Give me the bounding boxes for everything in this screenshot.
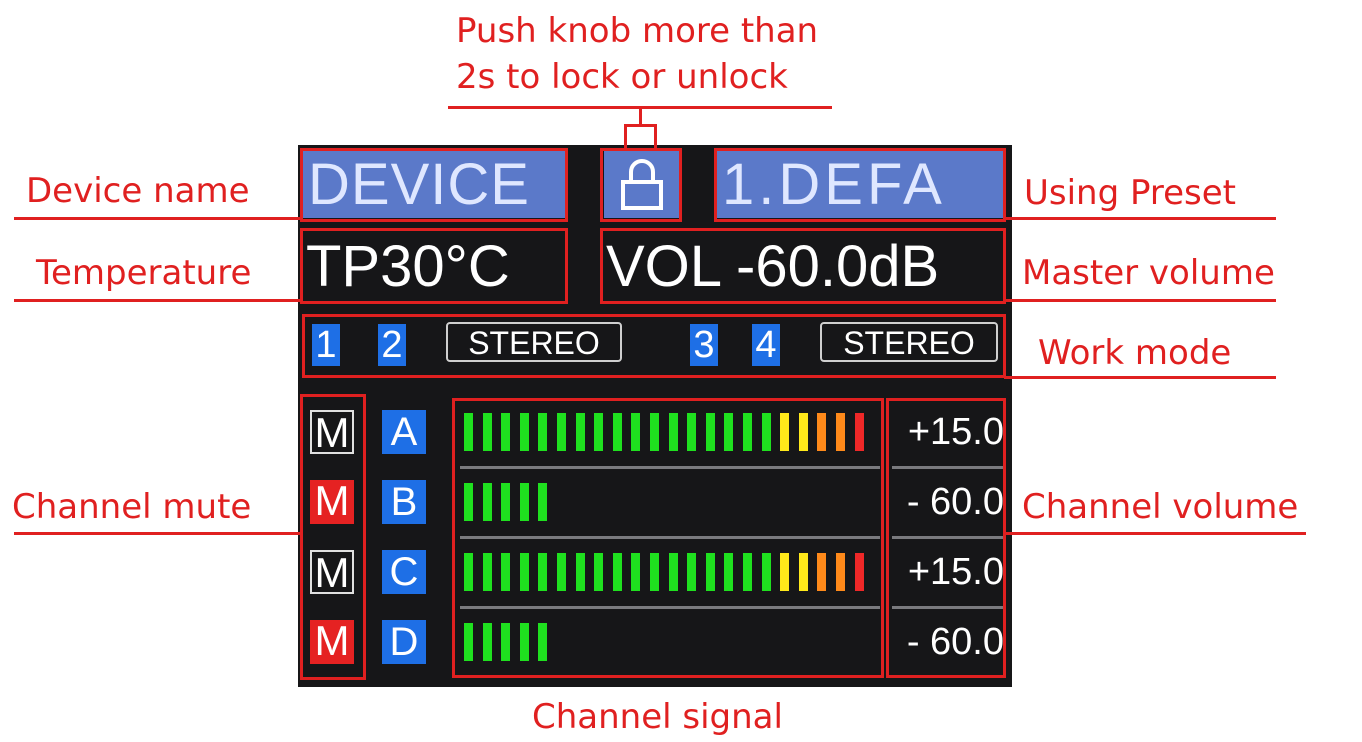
device-name-leader — [14, 217, 302, 220]
channel-mute-highlight — [300, 394, 366, 680]
work-mode-highlight — [302, 314, 1006, 378]
using-preset-label: Using Preset — [1024, 173, 1237, 213]
lock-hint-label-line2: 2s to lock or unlock — [456, 57, 788, 97]
lock-hint-bracket-left — [624, 124, 627, 148]
channel-badge-d[interactable]: D — [382, 620, 426, 664]
work-mode-label: Work mode — [1038, 333, 1232, 373]
master-volume-label: Master volume — [1022, 253, 1275, 293]
device-name-label: Device name — [26, 171, 250, 211]
channel-badge-b[interactable]: B — [382, 480, 426, 524]
preset-highlight — [714, 148, 1006, 222]
channel-mute-label: Channel mute — [12, 487, 252, 527]
lock-hint-bracket — [624, 124, 657, 127]
lock-hint-stem — [639, 106, 642, 126]
channel-signal-highlight — [452, 398, 884, 678]
temperature-label: Temperature — [36, 253, 252, 293]
work-mode-leader — [1004, 376, 1276, 379]
using-preset-leader — [1004, 217, 1276, 220]
channel-volume-label: Channel volume — [1022, 487, 1299, 527]
channel-mute-leader — [14, 532, 302, 535]
temperature-leader — [14, 299, 302, 302]
lock-hint-label-line1: Push knob more than — [456, 11, 819, 51]
channel-badge-a[interactable]: A — [382, 410, 426, 454]
master-volume-leader — [1004, 299, 1276, 302]
temperature-highlight — [300, 228, 568, 304]
lock-hint-bracket-right — [654, 124, 657, 148]
device-name-highlight — [300, 148, 568, 222]
channel-badge-c[interactable]: C — [382, 550, 426, 594]
lock-highlight — [600, 148, 682, 222]
channel-volume-leader — [1004, 532, 1306, 535]
channel-volume-highlight — [886, 398, 1006, 678]
channel-signal-label: Channel signal — [532, 697, 783, 737]
master-volume-highlight — [600, 228, 1006, 304]
